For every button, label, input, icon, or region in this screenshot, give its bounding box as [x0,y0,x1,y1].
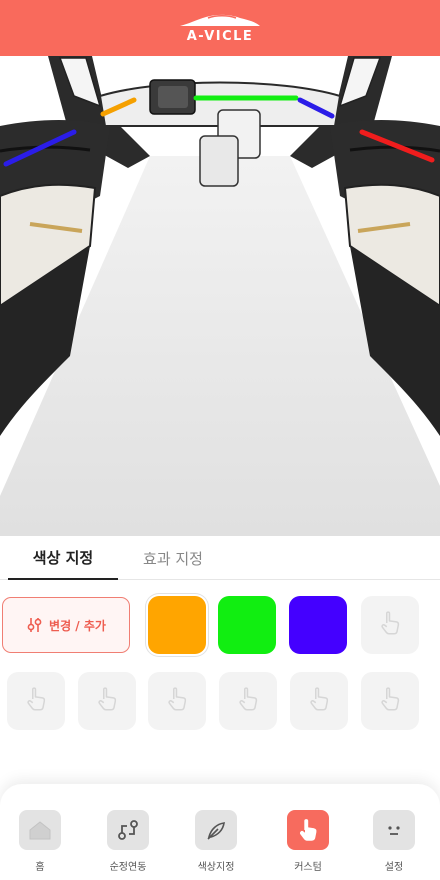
touch-hand-icon [164,685,190,717]
slider-adjust-icon [27,618,42,632]
tab-color-designation[interactable]: 색상 지정 [8,536,118,580]
bottom-navigation: 홈 순정연동 색상지정 커스텀 설정 [0,784,440,880]
nav-item-home[interactable]: 홈 [2,810,78,873]
touch-hand-icon [306,685,332,717]
home-icon [19,810,61,850]
empty-color-slot[interactable] [148,672,206,730]
touch-hand-icon [377,685,403,717]
touch-hand-icon [235,685,261,717]
car-logo-icon [180,14,260,26]
interior-illustration [0,56,440,536]
color-swatch-orange[interactable] [148,596,206,654]
nav-label-home: 홈 [35,862,45,873]
nav-label-settings: 설정 [384,862,404,873]
touch-hand-icon [94,685,120,717]
touch-hand-icon [23,685,49,717]
nav-item-color[interactable]: 색상지정 [178,810,254,873]
sync-arrows-icon [107,810,149,850]
app-logo: A-VICLE [178,12,262,44]
app-header: A-VICLE [0,0,440,56]
nav-item-sync[interactable]: 순정연동 [90,810,166,873]
touch-hand-icon [377,609,403,641]
empty-color-slot[interactable] [361,672,419,730]
change-add-label: 변경 / 추가 [49,618,106,633]
empty-color-slot[interactable] [78,672,136,730]
nav-label-sync: 순정연동 [109,862,147,873]
empty-color-slot[interactable] [290,672,348,730]
nav-label-color: 색상지정 [197,862,235,873]
tab-bar: 색상 지정 효과 지정 [0,536,440,580]
tab-effect-designation[interactable]: 효과 지정 [122,536,224,580]
logo-text: A-VICLE [186,29,254,44]
nav-item-settings[interactable]: 설정 [356,810,432,873]
touch-hand-icon [287,810,329,850]
empty-color-slot[interactable] [361,596,419,654]
feather-icon [195,810,237,850]
nav-label-custom: 커스텀 [294,862,322,873]
change-add-button[interactable]: 변경 / 추가 [2,597,130,653]
color-swatch-purple[interactable] [289,596,347,654]
color-swatch-green[interactable] [218,596,276,654]
nav-item-custom[interactable]: 커스텀 [270,810,346,873]
car-interior-view [0,56,440,536]
empty-color-slot[interactable] [7,672,65,730]
face-icon [373,810,415,850]
empty-color-slot[interactable] [219,672,277,730]
